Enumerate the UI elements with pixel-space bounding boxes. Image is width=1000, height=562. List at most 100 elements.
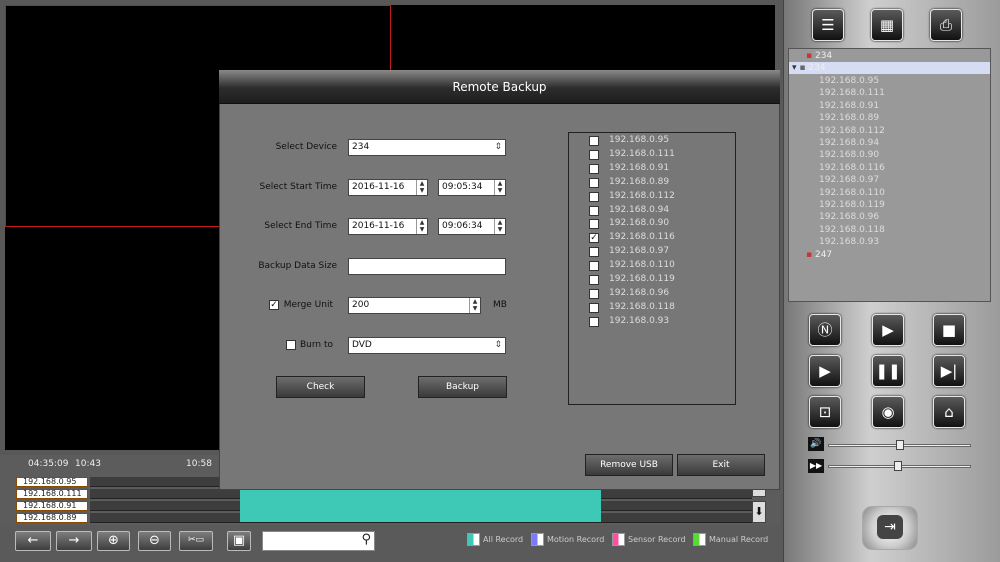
play-button[interactable]: ▶ [809,355,841,387]
end-time-field[interactable]: 09:06:34 ▲ ▼ [438,218,506,235]
spin-icon[interactable]: ▲ ▼ [469,298,480,313]
backup-button[interactable]: Backup [418,376,507,398]
frame-play-button[interactable]: ▶ [872,314,904,346]
tree-device-item[interactable]: 192.168.0.112 [819,126,885,136]
search-icon: ⚲ [361,532,371,547]
arrow-left-icon: ← [27,533,39,548]
calendar-button[interactable]: ▦ [871,9,903,41]
normal-play-button[interactable]: Ⓝ [809,314,841,346]
device-checkbox[interactable] [589,275,599,285]
volume-slider-knob[interactable] [896,440,904,450]
save-button[interactable]: ▣ [227,531,251,551]
zoom-in-button[interactable]: ⊕ [97,531,130,551]
device-checkbox[interactable]: ✓ [589,233,599,244]
device-checkbox[interactable] [589,302,599,313]
search-input[interactable] [264,533,356,549]
remove-usb-button[interactable]: Remove USB [585,454,673,476]
step-forward-button[interactable]: ▶| [933,355,965,387]
spin-icon[interactable]: ▲ ▼ [494,219,505,234]
tree-device-item[interactable]: 192.168.0.96 [819,212,879,222]
tree-group-item-selected[interactable]: ▾ ▪ 234 [792,63,826,73]
backup-button[interactable]: ⎙ [930,9,962,41]
stop-button[interactable]: ■ [933,314,965,346]
tree-device-item[interactable]: 192.168.0.110 [819,188,885,198]
merge-unit-label: Merge Unit [283,300,333,310]
tree-device-item[interactable]: 192.168.0.119 [819,200,885,210]
camera-icon: ▪ [806,51,813,61]
clip-button[interactable]: ✂▭ [179,531,213,551]
dialog-title: Remote Backup [219,70,780,104]
timeline-row-label[interactable]: 192.168.0.89 [16,513,88,523]
device-ip-label: 192.168.0.111 [609,148,675,159]
device-ip-label: 192.168.0.116 [609,232,675,243]
pause-button[interactable]: ❚❚ [872,355,904,387]
exit-button[interactable]: Exit [677,454,765,476]
speed-icon: ▶▶ [808,459,824,473]
prev-button[interactable]: ← [15,531,51,551]
device-checkbox[interactable] [589,219,599,230]
spin-icon[interactable]: ▲ ▼ [416,180,427,195]
end-time-label: Select End Time [264,221,337,231]
legend-sensor-record: Sensor Record [612,533,686,547]
check-button[interactable]: Check [276,376,365,398]
tree-group-item[interactable]: ▪ 234 [806,51,832,61]
device-ip-label: 192.168.0.118 [609,301,675,312]
merge-unit-unit: MB [493,300,507,310]
timeline-row-label[interactable]: 192.168.0.111 [16,489,88,499]
all-record-swatch [467,533,480,546]
device-checkbox[interactable] [589,261,599,272]
next-button[interactable]: → [56,531,92,551]
film-play-icon: ▶ [882,321,894,339]
spin-icon[interactable]: ▲ ▼ [494,180,505,195]
tree-group-item[interactable]: ▪ 247 [806,250,832,260]
device-ip-label: 192.168.0.95 [609,135,670,145]
record-button[interactable]: ⊡ [809,396,841,428]
search-field[interactable]: ⚲ [262,531,375,551]
legend-all-record: All Record [467,533,523,547]
timeline-start-time: 04:35:09 [28,459,69,469]
data-size-label: Backup Data Size [258,261,337,271]
device-checkbox[interactable] [589,136,599,146]
play-icon: ▶ [819,362,831,380]
tree-device-item[interactable]: 192.168.0.93 [819,237,879,247]
start-time-field[interactable]: 09:05:34 ▲ ▼ [438,179,506,196]
scissors-icon: ✂▭ [187,535,205,545]
tree-device-item[interactable]: 192.168.0.111 [819,88,885,98]
burn-to-dropdown[interactable]: DVD ⇕ [348,337,506,354]
start-time-label: Select Start Time [259,182,338,192]
speed-slider-knob[interactable] [894,461,902,471]
device-ip-label: 192.168.0.94 [609,204,670,215]
timeline-row-label[interactable]: 192.168.0.91 [16,501,88,511]
zoom-out-button[interactable]: ⊖ [138,531,171,551]
data-size-field[interactable] [348,258,506,275]
device-checkbox[interactable] [589,177,599,188]
exit-app-button[interactable]: ⇥ [862,506,918,550]
home-button[interactable]: ⌂ [933,396,965,428]
timeline-row-label[interactable]: 192.168.0.95 [16,477,88,487]
tree-device-item[interactable]: 192.168.0.94 [819,138,879,148]
tree-device-item[interactable]: 192.168.0.95 [819,76,879,86]
start-date-field[interactable]: 2016-11-16 ▲ ▼ [348,179,428,196]
tree-device-item[interactable]: 192.168.0.91 [819,101,879,111]
tree-device-item[interactable]: 192.168.0.116 [819,163,885,173]
device-checkbox[interactable] [589,163,599,174]
snapshot-button[interactable]: ◉ [872,396,904,428]
list-icon: ☰ [821,16,835,34]
list-view-button[interactable]: ☰ [812,9,844,41]
device-checkbox[interactable] [589,191,599,202]
device-checkbox[interactable] [589,316,599,327]
end-date-field[interactable]: 2016-11-16 ▲ ▼ [348,218,428,235]
motion-record-swatch [531,533,544,546]
spin-icon[interactable]: ▲ ▼ [416,219,427,234]
merge-unit-field[interactable]: 200 ▲ ▼ [348,297,481,314]
tree-device-item[interactable]: 192.168.0.118 [819,225,885,235]
tree-device-item[interactable]: 192.168.0.89 [819,113,879,123]
device-checkbox[interactable] [589,149,599,160]
tree-device-item[interactable]: 192.168.0.97 [819,175,879,185]
device-checkbox[interactable] [589,247,599,258]
device-checkbox[interactable] [589,205,599,216]
timeline-scroll-down[interactable]: ⬇ [752,501,766,523]
select-device-dropdown[interactable]: 234 ⇕ [348,139,506,156]
tree-device-item[interactable]: 192.168.0.90 [819,150,879,160]
device-checkbox[interactable] [589,288,599,299]
